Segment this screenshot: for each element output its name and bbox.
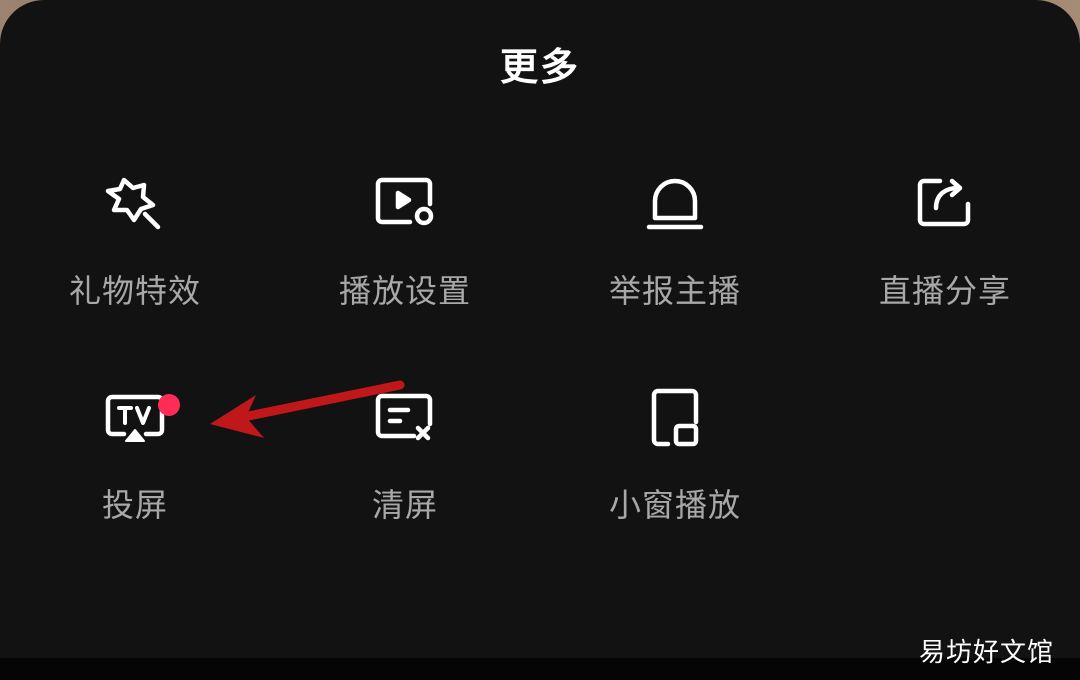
- share-icon: [910, 174, 980, 244]
- more-options-sheet: 更多 礼物特效 播放设置 举报主播 直播分享 投屏 清屏 小窗播放: [0, 0, 1080, 658]
- playback-settings-icon: [370, 174, 440, 244]
- report-alarm-icon: [640, 174, 710, 244]
- playback-settings-button[interactable]: 播放设置: [270, 174, 540, 364]
- watermark-text: 易坊好文馆: [918, 638, 1054, 668]
- clear-screen-button[interactable]: 清屏: [270, 388, 540, 578]
- report-streamer-button[interactable]: 举报主播: [540, 174, 810, 364]
- playback-settings-label: 播放设置: [338, 272, 471, 310]
- share-live-label: 直播分享: [878, 272, 1011, 310]
- gift-effect-star-icon: [100, 174, 170, 244]
- mini-window-label: 小窗播放: [608, 486, 741, 524]
- share-live-button[interactable]: 直播分享: [810, 174, 1080, 364]
- gift-effects-button[interactable]: 礼物特效: [0, 174, 270, 364]
- screen-cast-label: 投屏: [101, 486, 168, 524]
- tv-cast-icon: [100, 388, 180, 458]
- sheet-title: 更多: [499, 45, 580, 89]
- mini-window-button[interactable]: 小窗播放: [540, 388, 810, 578]
- screen-cast-button[interactable]: 投屏: [0, 388, 270, 578]
- gift-effects-label: 礼物特效: [68, 272, 201, 310]
- clear-screen-icon: [370, 388, 440, 458]
- report-streamer-label: 举报主播: [608, 272, 741, 310]
- clear-screen-label: 清屏: [371, 486, 438, 524]
- mini-window-icon: [640, 388, 710, 458]
- new-badge-dot: [158, 394, 180, 416]
